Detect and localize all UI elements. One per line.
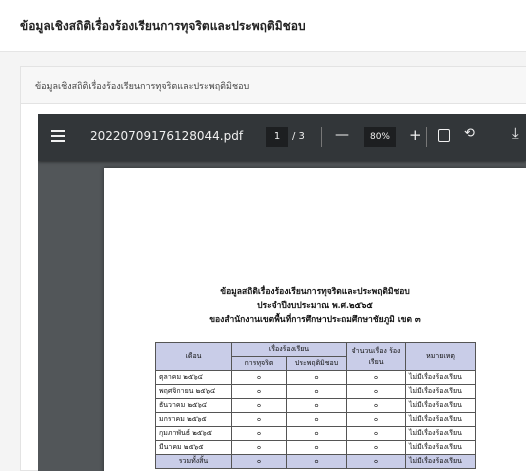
page-header: ข้อมูลเชิงสถิติเรื่องร้องเรียนการทุจริตแ… [0, 0, 526, 52]
file-name: 20220709176128044.pdf [90, 129, 244, 143]
fit-page-icon[interactable] [438, 129, 450, 142]
header-count: จำนวนเรื่อง ร้องเรียน [346, 342, 406, 371]
document-subtitle: ประจำปีงบประมาณ พ.ศ.๒๕๖๕ [257, 301, 373, 311]
table-row: ตุลาคม ๒๕๖๔ ๐ ๐ ๐ ไม่มีเรื่องร้องเรียน [155, 370, 476, 385]
row-remark: ไม่มีเรื่องร้องเรียน [405, 398, 476, 413]
zoom-out-button[interactable]: — [335, 127, 349, 143]
pdf-viewer[interactable]: 20220709176128044.pdf 1 / 3 — 80% + ⟲ ⤓ … [38, 114, 526, 471]
row-count: ๐ [346, 440, 406, 455]
statistics-table: เดือน เรื่องร้องเรียน จำนวนเรื่อง ร้องเร… [155, 342, 476, 469]
row-count: ๐ [346, 412, 406, 427]
row-count: ๐ [346, 370, 406, 385]
pdf-toolbar: 20220709176128044.pdf 1 / 3 — 80% + ⟲ ⤓ [38, 114, 526, 161]
row-corruption: ๐ [231, 384, 287, 399]
row-month: ธันวาคม ๒๕๖๔ [155, 398, 232, 413]
row-misconduct: ๐ [286, 440, 347, 455]
header-misconduct: ประพฤติมิชอบ [286, 356, 347, 371]
total-remark: ไม่มีเรื่องร้องเรียน [405, 454, 476, 469]
row-remark: ไม่มีเรื่องร้องเรียน [405, 370, 476, 385]
row-count: ๐ [346, 426, 406, 441]
row-month: มีนาคม ๒๕๖๕ [155, 440, 232, 455]
toolbar-divider [426, 127, 427, 147]
download-icon[interactable]: ⤓ [512, 124, 519, 142]
document-title: ข้อมูลสถิติเรื่องร้องเรียนการทุจริตและปร… [220, 287, 410, 297]
table-row: พฤศจิกายน ๒๕๖๔ ๐ ๐ ๐ ไม่มีเรื่องร้องเรีย… [155, 384, 476, 399]
row-remark: ไม่มีเรื่องร้องเรียน [405, 412, 476, 427]
row-month: กุมภาพันธ์ ๒๕๖๕ [155, 426, 232, 441]
page-number-input[interactable]: 1 [266, 127, 288, 147]
table-row: มีนาคม ๒๕๖๕ ๐ ๐ ๐ ไม่มีเรื่องร้องเรียน [155, 440, 476, 455]
document-agency: ของสำนักงานเขตพื้นที่การศึกษาประถมศึกษาช… [209, 315, 421, 325]
row-corruption: ๐ [231, 440, 287, 455]
header-complaints: เรื่องร้องเรียน [231, 342, 347, 357]
row-month: มกราคม ๒๕๖๕ [155, 412, 232, 427]
total-misconduct: ๐ [286, 454, 347, 469]
row-misconduct: ๐ [286, 412, 347, 427]
row-misconduct: ๐ [286, 370, 347, 385]
menu-icon[interactable] [51, 130, 65, 144]
row-corruption: ๐ [231, 426, 287, 441]
row-count: ๐ [346, 384, 406, 399]
row-corruption: ๐ [231, 370, 287, 385]
table-row: มกราคม ๒๕๖๕ ๐ ๐ ๐ ไม่มีเรื่องร้องเรียน [155, 412, 476, 427]
table-total-row: รวมทั้งสิ้น ๐ ๐ ๐ ไม่มีเรื่องร้องเรียน [155, 454, 476, 469]
table-row: ธันวาคม ๒๕๖๔ ๐ ๐ ๐ ไม่มีเรื่องร้องเรียน [155, 398, 476, 413]
row-misconduct: ๐ [286, 398, 347, 413]
header-remark: หมายเหตุ [405, 342, 476, 371]
row-remark: ไม่มีเรื่องร้องเรียน [405, 426, 476, 441]
page-count: / 3 [292, 131, 305, 142]
row-misconduct: ๐ [286, 384, 347, 399]
card-header: ข้อมูลเชิงสถิติเรื่องร้องเรียนการทุจริตแ… [21, 67, 526, 104]
row-remark: ไม่มีเรื่องร้องเรียน [405, 440, 476, 455]
row-remark: ไม่มีเรื่องร้องเรียน [405, 384, 476, 399]
row-count: ๐ [346, 398, 406, 413]
total-count: ๐ [346, 454, 406, 469]
row-misconduct: ๐ [286, 426, 347, 441]
row-corruption: ๐ [231, 398, 287, 413]
page-title: ข้อมูลเชิงสถิติเรื่องร้องเรียนการทุจริตแ… [20, 19, 306, 33]
row-month: ตุลาคม ๒๕๖๔ [155, 370, 232, 385]
rotate-icon[interactable]: ⟲ [464, 126, 475, 141]
header-corruption: การทุจริต [231, 356, 287, 371]
zoom-in-button[interactable]: + [409, 126, 422, 144]
card-title: ข้อมูลเชิงสถิติเรื่องร้องเรียนการทุจริตแ… [35, 82, 250, 92]
toolbar-divider [321, 127, 322, 147]
total-label: รวมทั้งสิ้น [155, 454, 232, 469]
table-row: กุมภาพันธ์ ๒๕๖๕ ๐ ๐ ๐ ไม่มีเรื่องร้องเรี… [155, 426, 476, 441]
total-corruption: ๐ [231, 454, 287, 469]
row-month: พฤศจิกายน ๒๕๖๔ [155, 384, 232, 399]
pdf-page: ข้อมูลสถิติเรื่องร้องเรียนการทุจริตและปร… [104, 168, 526, 471]
header-month: เดือน [155, 342, 232, 371]
row-corruption: ๐ [231, 412, 287, 427]
zoom-level-input[interactable]: 80% [364, 127, 396, 147]
